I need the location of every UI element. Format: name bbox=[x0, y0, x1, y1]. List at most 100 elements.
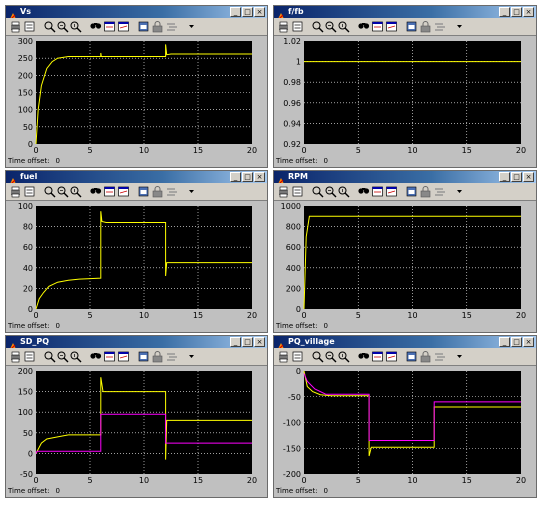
maximize-button[interactable]: □ bbox=[242, 7, 253, 17]
close-button[interactable]: × bbox=[523, 337, 534, 347]
title-bar[interactable]: f/fb _ □ × bbox=[274, 6, 536, 21]
floating-icon[interactable] bbox=[405, 185, 418, 198]
minimize-button[interactable]: _ bbox=[499, 7, 510, 17]
floating-icon[interactable] bbox=[405, 20, 418, 33]
x-tick-label: 15 bbox=[462, 311, 472, 320]
zoom-y-icon[interactable] bbox=[69, 350, 82, 363]
minimize-button[interactable]: _ bbox=[230, 172, 241, 182]
dropdown-icon[interactable] bbox=[185, 185, 198, 198]
zoom-icon[interactable] bbox=[43, 185, 56, 198]
floating-icon[interactable] bbox=[137, 350, 150, 363]
save-axes-icon[interactable] bbox=[103, 350, 116, 363]
close-button[interactable]: × bbox=[254, 337, 265, 347]
autoscale-icon[interactable] bbox=[357, 20, 370, 33]
save-axes-icon[interactable] bbox=[103, 20, 116, 33]
params-icon[interactable] bbox=[23, 185, 36, 198]
close-button[interactable]: × bbox=[523, 172, 534, 182]
params-icon[interactable] bbox=[23, 20, 36, 33]
dropdown-icon[interactable] bbox=[453, 185, 466, 198]
maximize-button[interactable]: □ bbox=[511, 172, 522, 182]
zoom-icon[interactable] bbox=[43, 350, 56, 363]
print-icon[interactable] bbox=[277, 185, 290, 198]
minimize-button[interactable]: _ bbox=[499, 337, 510, 347]
lock-icon[interactable] bbox=[419, 185, 432, 198]
autoscale-icon[interactable] bbox=[89, 185, 102, 198]
print-icon[interactable] bbox=[277, 350, 290, 363]
autoscale-icon[interactable] bbox=[89, 20, 102, 33]
close-button[interactable]: × bbox=[254, 172, 265, 182]
selector-icon[interactable] bbox=[433, 185, 446, 198]
close-button[interactable]: × bbox=[254, 7, 265, 17]
params-icon[interactable] bbox=[291, 350, 304, 363]
close-button[interactable]: × bbox=[523, 7, 534, 17]
title-bar[interactable]: Vs _ □ × bbox=[6, 6, 267, 21]
autoscale-icon[interactable] bbox=[357, 185, 370, 198]
title-bar[interactable]: RPM _ □ × bbox=[274, 171, 536, 186]
save-axes-icon[interactable] bbox=[103, 185, 116, 198]
dropdown-icon[interactable] bbox=[185, 20, 198, 33]
params-icon[interactable] bbox=[291, 20, 304, 33]
floating-icon[interactable] bbox=[137, 20, 150, 33]
save-axes-icon[interactable] bbox=[371, 20, 384, 33]
zoom-x-icon[interactable] bbox=[324, 20, 337, 33]
selector-icon[interactable] bbox=[433, 20, 446, 33]
time-offset-value: 0 bbox=[55, 487, 60, 495]
lock-icon[interactable] bbox=[151, 20, 164, 33]
zoom-icon[interactable] bbox=[43, 20, 56, 33]
params-icon[interactable] bbox=[291, 185, 304, 198]
lock-icon[interactable] bbox=[419, 350, 432, 363]
dropdown-icon[interactable] bbox=[185, 350, 198, 363]
restore-axes-icon[interactable] bbox=[385, 350, 398, 363]
title-bar[interactable]: PQ_village _ □ × bbox=[274, 336, 536, 351]
scope-toolbar bbox=[274, 348, 536, 366]
restore-axes-icon[interactable] bbox=[385, 185, 398, 198]
lock-icon[interactable] bbox=[151, 185, 164, 198]
zoom-icon[interactable] bbox=[311, 20, 324, 33]
x-tick-label: 20 bbox=[516, 311, 526, 320]
zoom-y-icon[interactable] bbox=[69, 20, 82, 33]
title-bar[interactable]: fuel _ □ × bbox=[6, 171, 267, 186]
restore-axes-icon[interactable] bbox=[117, 185, 130, 198]
restore-axes-icon[interactable] bbox=[117, 350, 130, 363]
print-icon[interactable] bbox=[9, 185, 22, 198]
restore-axes-icon[interactable] bbox=[385, 20, 398, 33]
print-icon[interactable] bbox=[9, 350, 22, 363]
maximize-button[interactable]: □ bbox=[511, 7, 522, 17]
minimize-button[interactable]: _ bbox=[230, 7, 241, 17]
print-icon[interactable] bbox=[9, 20, 22, 33]
zoom-x-icon[interactable] bbox=[324, 185, 337, 198]
selector-icon[interactable] bbox=[165, 185, 178, 198]
zoom-y-icon[interactable] bbox=[69, 185, 82, 198]
zoom-icon[interactable] bbox=[311, 350, 324, 363]
zoom-x-icon[interactable] bbox=[324, 350, 337, 363]
selector-icon[interactable] bbox=[165, 350, 178, 363]
dropdown-icon[interactable] bbox=[453, 350, 466, 363]
zoom-x-icon[interactable] bbox=[56, 20, 69, 33]
save-axes-icon[interactable] bbox=[371, 185, 384, 198]
autoscale-icon[interactable] bbox=[357, 350, 370, 363]
dropdown-icon[interactable] bbox=[453, 20, 466, 33]
minimize-button[interactable]: _ bbox=[230, 337, 241, 347]
maximize-button[interactable]: □ bbox=[511, 337, 522, 347]
zoom-y-icon[interactable] bbox=[337, 20, 350, 33]
title-bar[interactable]: SD_PQ _ □ × bbox=[6, 336, 267, 351]
floating-icon[interactable] bbox=[137, 185, 150, 198]
params-icon[interactable] bbox=[23, 350, 36, 363]
selector-icon[interactable] bbox=[433, 350, 446, 363]
floating-icon[interactable] bbox=[405, 350, 418, 363]
maximize-button[interactable]: □ bbox=[242, 172, 253, 182]
lock-icon[interactable] bbox=[151, 350, 164, 363]
zoom-x-icon[interactable] bbox=[56, 350, 69, 363]
zoom-x-icon[interactable] bbox=[56, 185, 69, 198]
zoom-y-icon[interactable] bbox=[337, 350, 350, 363]
selector-icon[interactable] bbox=[165, 20, 178, 33]
maximize-button[interactable]: □ bbox=[242, 337, 253, 347]
save-axes-icon[interactable] bbox=[371, 350, 384, 363]
autoscale-icon[interactable] bbox=[89, 350, 102, 363]
zoom-icon[interactable] bbox=[311, 185, 324, 198]
zoom-y-icon[interactable] bbox=[337, 185, 350, 198]
lock-icon[interactable] bbox=[419, 20, 432, 33]
print-icon[interactable] bbox=[277, 20, 290, 33]
restore-axes-icon[interactable] bbox=[117, 20, 130, 33]
minimize-button[interactable]: _ bbox=[499, 172, 510, 182]
